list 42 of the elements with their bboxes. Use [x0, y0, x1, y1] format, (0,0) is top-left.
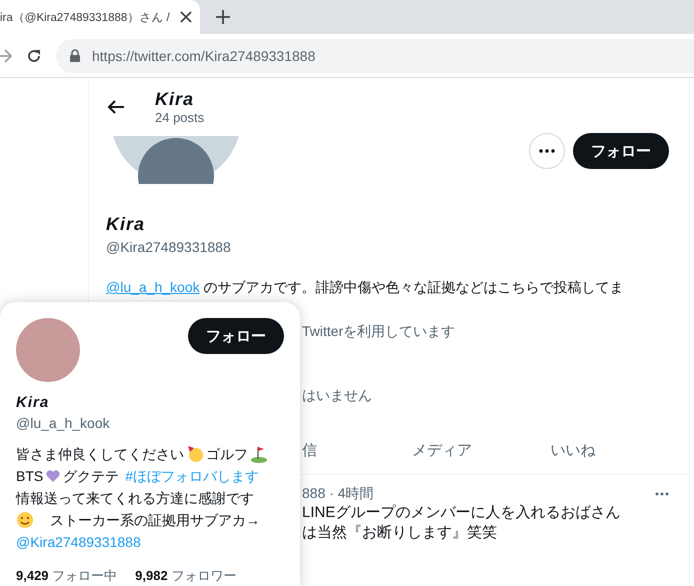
tab-title: ira（@Kira27489331888）さん /	[0, 10, 171, 24]
smiling-face-icon	[16, 511, 34, 529]
follow-button[interactable]: フォロー	[573, 133, 669, 169]
post-count: 24 posts	[155, 110, 204, 125]
bio-text: ストーカー系の証拠用サブアカ→	[50, 511, 260, 530]
bio-text: 情報送って来てくれる方達に感謝です	[16, 489, 254, 508]
heart-icon	[45, 468, 62, 484]
forward-arrow-icon[interactable]	[0, 48, 12, 64]
tweet-text: は当然『お断りします』笑笑	[302, 523, 498, 543]
golf-flag-icon	[250, 445, 268, 463]
bio-text: グクテテ	[63, 467, 120, 486]
profile-info-text: Twitterを利用しています	[302, 323, 456, 341]
profile-tab[interactable]: メディア	[412, 441, 550, 460]
party-face-icon	[186, 445, 204, 463]
url-text: https://twitter.com/Kira27489331888	[92, 48, 316, 64]
profile-handle: @Kira27489331888	[106, 239, 232, 255]
more-icon	[539, 149, 555, 153]
bio-text: ゴルフ	[206, 445, 248, 464]
bio-text: 皆さま仲良くしてください	[16, 445, 184, 464]
tweet-text: LINEグループのメンバーに人を入れるおばさん	[302, 503, 622, 523]
stat-label: フォロー中	[52, 568, 118, 583]
profile-tab[interactable]: 信	[302, 441, 412, 460]
card-handle: @lu_a_h_kook	[16, 415, 111, 431]
close-icon[interactable]	[180, 11, 192, 23]
stat-count: 9,429	[16, 568, 49, 583]
bio-text: BTS	[16, 467, 44, 486]
reload-icon[interactable]	[26, 48, 42, 64]
back-arrow-icon[interactable]	[107, 99, 125, 115]
stat-count: 9,982	[135, 568, 168, 583]
follow-button[interactable]: フォロー	[188, 318, 284, 354]
header-name: Kira	[155, 89, 196, 110]
card-name: Kira	[16, 394, 50, 411]
lock-icon	[70, 49, 80, 62]
bio-text: のサブアカです。誹謗中傷や色々な証拠などはこちらで投稿してま	[202, 279, 624, 295]
profile-tab[interactable]: いいね	[550, 441, 690, 460]
browser-tab[interactable]: ira（@Kira27489331888）さん /	[0, 0, 200, 34]
profile-name: Kira	[106, 214, 146, 235]
stat-label: フォロワー	[171, 568, 236, 583]
address-bar[interactable]: https://twitter.com/Kira27489331888	[56, 38, 694, 72]
profile-info-text: はいません	[302, 387, 372, 405]
more-options-button[interactable]	[529, 133, 565, 169]
tweet-meta: 888 · 4時間	[302, 485, 374, 503]
